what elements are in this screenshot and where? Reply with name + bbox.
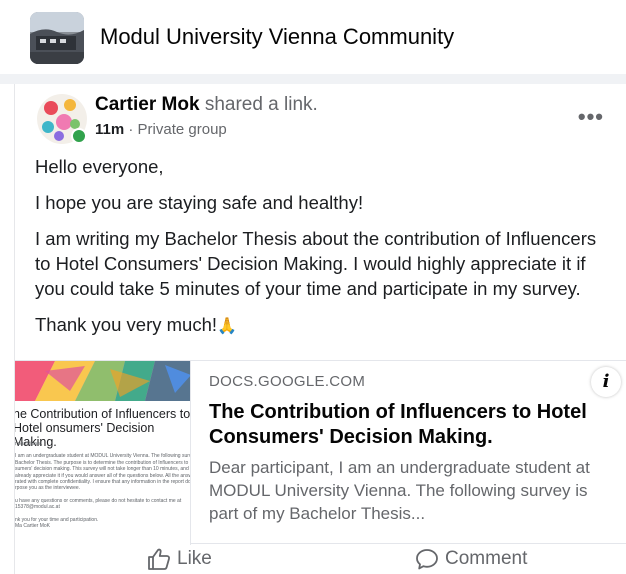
post-audience: Private group [137, 121, 227, 138]
group-cover-thumbnail[interactable] [30, 12, 84, 64]
post-card: Cartier Mok shared a link. 11m · Private… [14, 84, 626, 574]
post-paragraph: I am writing my Bachelor Thesis about th… [35, 228, 597, 299]
post-paragraph-thanks: Thank you very much!🙏 [35, 312, 615, 339]
comment-label: Comment [445, 548, 528, 569]
thumbnail-doc-line: I am an undergraduate student at MODUL U… [15, 453, 190, 460]
comment-button[interactable]: Comment [415, 548, 527, 570]
more-options-icon[interactable]: ••• [578, 104, 604, 130]
like-button[interactable]: Like [147, 548, 212, 570]
post-meta: 11m · Private group [95, 121, 227, 138]
post-paragraph: Hello everyone, [35, 156, 164, 177]
online-status-badge [71, 128, 87, 144]
author-action: shared a link. [204, 94, 318, 115]
comment-bubble-icon [416, 549, 438, 570]
link-domain: DOCS.GOOGLE.COM [209, 373, 366, 390]
post-body: Hello everyone, I hope you are staying s… [35, 154, 615, 350]
link-preview-thumbnail[interactable]: he Contribution of Influencers to Hotel … [15, 361, 191, 545]
link-title[interactable]: The Contribution of Influencers to Hotel… [209, 400, 615, 450]
group-title[interactable]: Modul University Vienna Community [100, 24, 454, 50]
thumbs-up-icon [148, 548, 171, 570]
thumbnail-doc-line: sumers' decision making. This survey wil… [15, 466, 191, 473]
post-author-line: Cartier Mok shared a link. [95, 94, 318, 116]
feed-divider [0, 74, 626, 84]
link-description: Dear participant, I am an undergraduate … [209, 458, 590, 523]
thumbnail-banner-image [15, 361, 190, 401]
post-paragraph: Thank you very much! [35, 314, 217, 335]
thumbnail-doc-line: Ma Cartier MoK [15, 523, 51, 530]
link-preview-text[interactable]: DOCS.GOOGLE.COM The Contribution of Infl… [209, 373, 615, 525]
link-preview-card[interactable]: he Contribution of Influencers to Hotel … [15, 360, 626, 545]
post-paragraph: I hope you are staying safe and healthy! [35, 192, 364, 213]
author-name[interactable]: Cartier Mok [95, 94, 200, 115]
thumbnail-doc-text: r participant, I am an undergraduate stu… [15, 441, 191, 530]
post-timestamp[interactable]: 11m [95, 121, 124, 138]
group-header: Modul University Vienna Community [0, 0, 626, 76]
like-label: Like [177, 548, 212, 569]
meta-separator: · [128, 121, 134, 138]
praying-hands-emoji: 🙏 [217, 318, 237, 335]
post-actions-bar: Like Comment [15, 548, 626, 574]
info-icon[interactable]: i [591, 367, 621, 397]
